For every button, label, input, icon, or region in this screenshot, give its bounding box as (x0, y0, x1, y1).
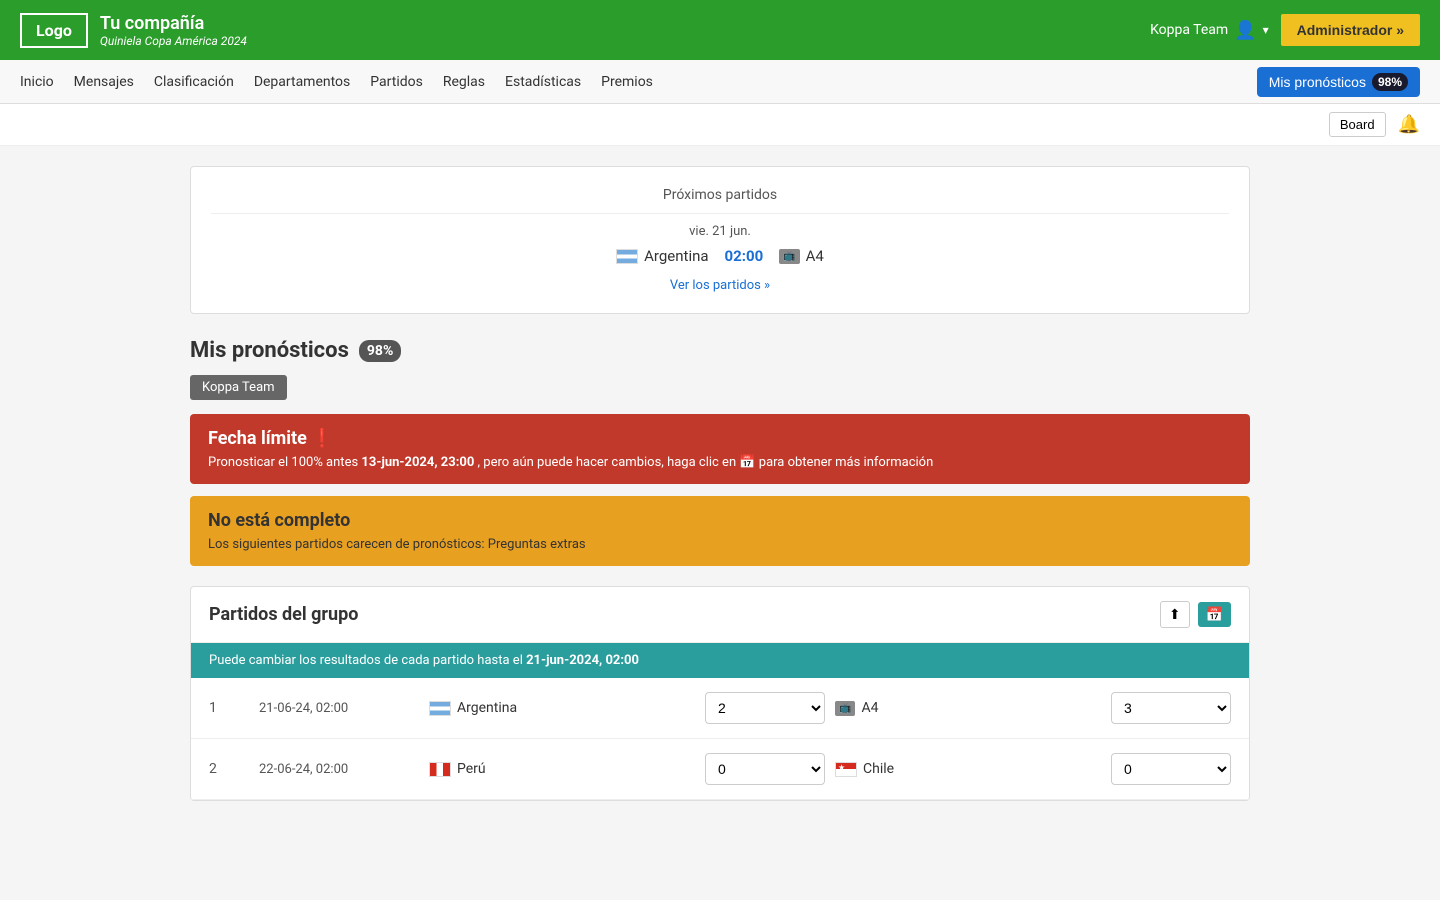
alert-fecha-body-text3: para obtener más información (759, 455, 934, 470)
tv-icon-row1: 📺 (835, 701, 855, 716)
row-away-team-1: 📺 A4 (835, 700, 1101, 716)
match-row: Argentina 02:00 📺 A4 (211, 247, 1229, 265)
proximos-title: Próximos partidos (211, 187, 1229, 214)
company-name: Tu compañía (100, 13, 247, 34)
nav-premios[interactable]: Premios (601, 74, 653, 90)
info-bar: Puede cambiar los resultados de cada par… (191, 643, 1249, 678)
nav-links: Inicio Mensajes Clasificación Departamen… (20, 74, 653, 90)
row-num-2: 2 (209, 761, 249, 777)
proximos-partidos-card: Próximos partidos vie. 21 jun. Argentina… (190, 166, 1250, 314)
bell-icon[interactable]: 🔔 (1398, 114, 1420, 135)
alert-fecha-body-text1: Pronosticar el 100% antes (208, 455, 361, 470)
mis-pronosticos-label: Mis pronósticos (1269, 74, 1366, 90)
table-row: 1 21-06-24, 02:00 Argentina 0 1 2 3 4 📺 … (191, 678, 1249, 739)
chile-flag-row2 (835, 762, 857, 777)
alert-fecha-limite: Fecha límite ❗ Pronosticar el 100% antes… (190, 414, 1250, 484)
score-away-select-1[interactable]: 0 1 2 3 4 (1111, 692, 1231, 724)
calendar-button[interactable]: 📅 (1198, 602, 1231, 627)
header: Logo Tu compañía Quiniela Copa América 2… (0, 0, 1440, 60)
match-date: vie. 21 jun. (211, 224, 1229, 239)
header-user: Koppa Team 👤 ▾ (1150, 20, 1269, 41)
subtitle: Quiniela Copa América 2024 (100, 34, 247, 48)
alert-fecha-date: 13-jun-2024, 23:00 (361, 455, 474, 470)
ver-partidos-link[interactable]: Ver los partidos » (670, 278, 770, 293)
header-left: Logo Tu compañía Quiniela Copa América 2… (20, 13, 247, 48)
nav-inicio[interactable]: Inicio (20, 74, 54, 90)
home-team-name-row1: Argentina (457, 700, 517, 716)
alert-incompleto: No está completo Los siguientes partidos… (190, 496, 1250, 566)
nav-reglas[interactable]: Reglas (443, 74, 485, 90)
nav-estadisticas[interactable]: Estadísticas (505, 74, 581, 90)
score-home-select-1[interactable]: 0 1 2 3 4 (705, 692, 825, 724)
koppa-team-tag: Koppa Team (190, 375, 287, 400)
mis-pronosticos-section-title: Mis pronósticos 98% (190, 338, 1250, 363)
alert-fecha-body: Pronosticar el 100% antes 13-jun-2024, 2… (208, 455, 1232, 470)
table-row: 2 22-06-24, 02:00 Perú 0 1 2 3 Chile 0 1… (191, 739, 1249, 800)
alert-incompleto-body: Los siguientes partidos carecen de pronó… (208, 537, 1232, 552)
board-button[interactable]: Board (1329, 112, 1386, 137)
scroll-up-button[interactable]: ⬆ (1160, 601, 1190, 628)
partidos-header-icons: ⬆ 📅 (1160, 601, 1231, 628)
nav: Inicio Mensajes Clasificación Departamen… (0, 60, 1440, 104)
pronosticos-badge: 98% (1372, 73, 1408, 91)
alert-fecha-title: Fecha límite ❗ (208, 428, 1232, 449)
user-name: Koppa Team (1150, 22, 1228, 38)
info-bar-date: 21-jun-2024, 02:00 (526, 653, 639, 668)
alert-incompleto-title: No está completo (208, 510, 1232, 531)
home-team: Argentina (616, 247, 708, 265)
home-team-name: Argentina (644, 247, 708, 265)
row-home-team-1: Argentina (429, 700, 695, 716)
partidos-header: Partidos del grupo ⬆ 📅 (191, 587, 1249, 643)
argentina-flag (616, 249, 638, 264)
mis-pronosticos-button[interactable]: Mis pronósticos 98% (1257, 67, 1420, 97)
header-brand: Tu compañía Quiniela Copa América 2024 (100, 13, 247, 48)
info-bar-text: Puede cambiar los resultados de cada par… (209, 653, 526, 668)
ver-partidos-link-container: Ver los partidos » (211, 277, 1229, 293)
row-away-team-2: Chile (835, 761, 1101, 777)
logo: Logo (20, 13, 88, 48)
partidos-del-grupo-title: Partidos del grupo (209, 604, 358, 625)
partidos-del-grupo-section: Partidos del grupo ⬆ 📅 Puede cambiar los… (190, 586, 1250, 801)
home-team-name-row2: Perú (457, 761, 486, 777)
tv-icon: 📺 (779, 249, 799, 264)
row-home-team-2: Perú (429, 761, 695, 777)
score-home-select-2[interactable]: 0 1 2 3 (705, 753, 825, 785)
row-num-1: 1 (209, 700, 249, 716)
nav-partidos[interactable]: Partidos (370, 74, 423, 90)
chevron-down-icon[interactable]: ▾ (1263, 23, 1269, 37)
nav-right: Mis pronósticos 98% (1257, 67, 1420, 97)
header-right: Koppa Team 👤 ▾ Administrador » (1150, 14, 1420, 46)
peru-flag-row2 (429, 762, 451, 777)
main-content: Próximos partidos vie. 21 jun. Argentina… (170, 146, 1270, 821)
toolbar: Board 🔔 (0, 104, 1440, 146)
score-away-select-2[interactable]: 0 1 2 3 (1111, 753, 1231, 785)
argentina-flag-row1 (429, 701, 451, 716)
nav-clasificacion[interactable]: Clasificación (154, 74, 234, 90)
nav-departamentos[interactable]: Departamentos (254, 74, 350, 90)
calendar-icon: 📅 (739, 455, 755, 470)
row-date-2: 22-06-24, 02:00 (259, 762, 419, 777)
admin-button[interactable]: Administrador » (1281, 14, 1420, 46)
match-time[interactable]: 02:00 (725, 247, 764, 265)
away-team-name: A4 (806, 247, 824, 265)
alert-fecha-body-text2: , pero aún puede hacer cambios, haga cli… (478, 455, 740, 470)
nav-mensajes[interactable]: Mensajes (74, 74, 134, 90)
pronosticos-pct-badge: 98% (359, 340, 401, 362)
mis-pronosticos-heading: Mis pronósticos (190, 338, 349, 363)
away-team-name-row1: A4 (861, 700, 878, 716)
user-icon[interactable]: 👤 (1234, 20, 1256, 41)
row-date-1: 21-06-24, 02:00 (259, 701, 419, 716)
away-team-name-row2: Chile (863, 761, 894, 777)
away-team: 📺 A4 (779, 247, 824, 265)
